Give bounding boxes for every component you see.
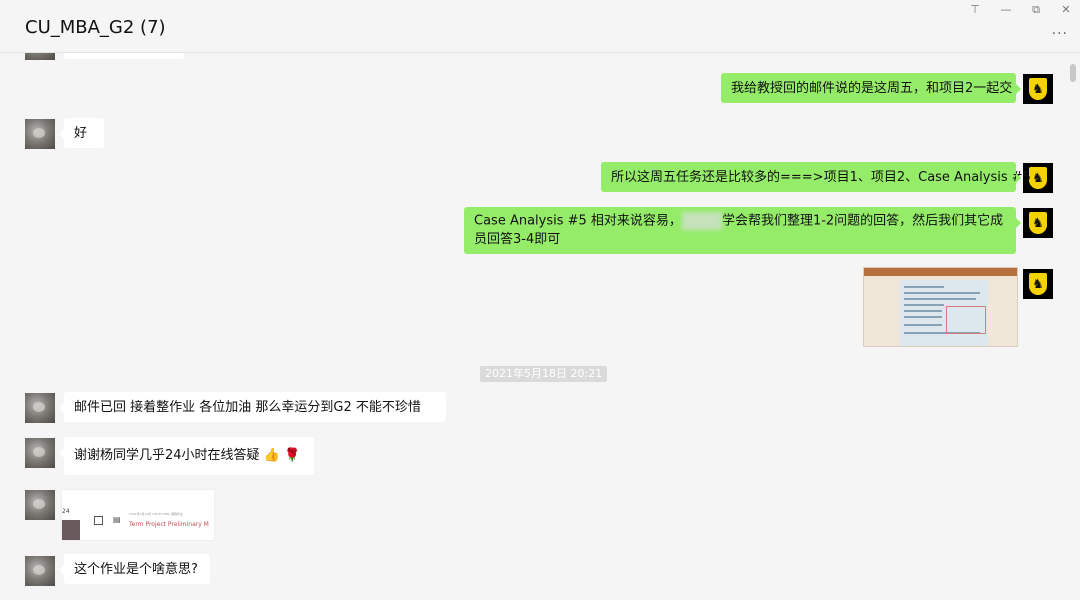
rose-emoji-icon: 🌹 xyxy=(284,448,301,463)
message-bubble[interactable]: 邮件已回 接着整作业 各位加油 那么幸运分到G2 不能不珍惜 xyxy=(59,392,446,422)
ferrari-logo-icon: ♞ xyxy=(1029,273,1047,295)
avatar[interactable] xyxy=(25,438,55,468)
scrollbar[interactable] xyxy=(1070,64,1076,82)
chat-title: CU_MBA_G2 (7) xyxy=(25,17,166,38)
message-text: Case Analysis #5 相对来说容易， xyxy=(474,213,682,229)
message-bubble[interactable]: 谢谢杨同学几乎24小时在线答疑 👍 🌹 xyxy=(59,437,314,475)
ferrari-logo-icon: ♞ xyxy=(1029,212,1047,234)
avatar[interactable] xyxy=(25,556,55,586)
message-bubble[interactable]: 我给教授回的邮件说的是这周五，和项目2一起交 xyxy=(721,73,1021,103)
file-title: Term Project Preliminary M xyxy=(129,521,209,528)
message-bubble[interactable]: 这个作业是个啥意思? xyxy=(59,554,210,584)
ferrari-logo-icon: ♞ xyxy=(1029,78,1047,100)
avatar[interactable]: ♞ xyxy=(1023,208,1053,238)
image-toolbar xyxy=(864,268,1017,276)
checkbox-icon xyxy=(94,516,103,525)
image-message[interactable] xyxy=(863,267,1018,347)
pin-icon[interactable]: ⊤ xyxy=(965,2,985,18)
chat-header: CU_MBA_G2 (7) ⊤ — ⧉ ✕ ··· xyxy=(0,0,1080,53)
avatar[interactable] xyxy=(25,119,55,149)
message-bubble[interactable]: Case Analysis #5 相对来说容易， 学会帮我们整理1-2问题的回答，… xyxy=(464,207,1021,254)
image-text-line xyxy=(904,286,944,288)
close-icon[interactable]: ✕ xyxy=(1056,2,1076,18)
thumbs-up-emoji-icon: 👍 xyxy=(263,448,280,463)
image-highlight-box xyxy=(946,306,986,334)
document-icon: ▤ xyxy=(113,515,121,524)
avatar[interactable] xyxy=(25,53,55,60)
page-number: 24 xyxy=(62,508,70,515)
image-text-line xyxy=(904,316,942,318)
image-text-line xyxy=(904,298,976,300)
avatar[interactable]: ♞ xyxy=(1023,74,1053,104)
image-text-line xyxy=(904,292,980,294)
avatar[interactable] xyxy=(25,393,55,423)
file-subtitle: 2021年5月18日 HKUST MBA 课程作业 xyxy=(129,512,183,516)
file-preview-card[interactable]: 24 ▤ 2021年5月18日 HKUST MBA 课程作业 Term Proj… xyxy=(61,489,215,541)
image-text-line xyxy=(904,324,942,326)
minimize-icon[interactable]: — xyxy=(996,2,1016,18)
more-options-icon[interactable]: ··· xyxy=(1052,26,1068,42)
avatar[interactable]: ♞ xyxy=(1023,269,1053,299)
message-list[interactable]: ♞ 我给教授回的邮件说的是这周五，和项目2一起交 好 ♞ 所以这周五任务还是比较… xyxy=(0,53,1080,600)
file-thumbnail xyxy=(62,520,80,540)
timestamp: 2021年5月18日 20:21 xyxy=(480,366,608,382)
message-text: 谢谢杨同学几乎24小时在线答疑 xyxy=(74,448,260,463)
message-bubble[interactable]: 好 xyxy=(59,118,104,148)
message-bubble[interactable] xyxy=(64,53,184,59)
restore-icon[interactable]: ⧉ xyxy=(1026,2,1046,18)
ferrari-logo-icon: ♞ xyxy=(1029,167,1047,189)
message-bubble[interactable]: 所以这周五任务还是比较多的===>项目1、项目2、Case Analysis #… xyxy=(601,162,1031,192)
avatar[interactable] xyxy=(25,490,55,520)
image-text-line xyxy=(904,310,942,312)
redacted-name xyxy=(681,212,722,230)
image-text-line xyxy=(904,304,944,306)
